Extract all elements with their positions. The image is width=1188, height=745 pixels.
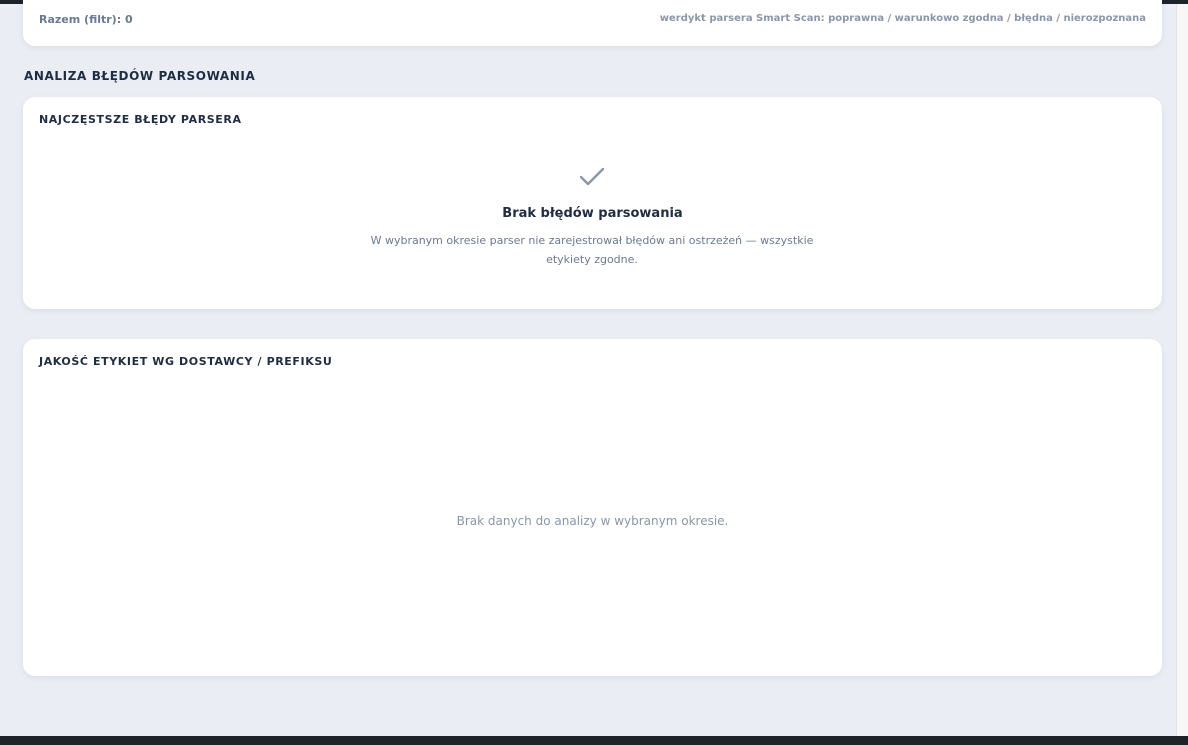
no-errors-title: Brak błędów parsowania xyxy=(502,206,683,221)
no-errors-description: W wybranym okresie parser nie zarejestro… xyxy=(370,234,814,266)
summary-card: Razem (filtr): 0 werdykt parsera Smart S… xyxy=(23,0,1162,46)
parser-errors-title: NAJCZĘSTSZE BŁĘDY PARSERA xyxy=(39,113,242,126)
section-title: ANALIZA BŁĘDÓW PARSOWANIA xyxy=(24,69,256,83)
label-quality-card: JAKOŚĆ ETYKIET WG DOSTAWCY / PREFIKSU Br… xyxy=(23,339,1162,676)
verdict-legend: werdykt parsera Smart Scan: poprawna / w… xyxy=(659,13,1146,24)
no-data-message: Brak danych do analizy w wybranym okresi… xyxy=(456,514,729,528)
total-count: Razem (filtr): 0 xyxy=(39,13,133,26)
scrollbar-track[interactable] xyxy=(1176,4,1188,736)
window-bottom-bar xyxy=(0,736,1188,745)
check-icon xyxy=(579,167,605,186)
label-quality-title: JAKOŚĆ ETYKIET WG DOSTAWCY / PREFIKSU xyxy=(39,355,333,368)
parser-errors-card: NAJCZĘSTSZE BŁĘDY PARSERA Brak błędów pa… xyxy=(23,97,1162,309)
